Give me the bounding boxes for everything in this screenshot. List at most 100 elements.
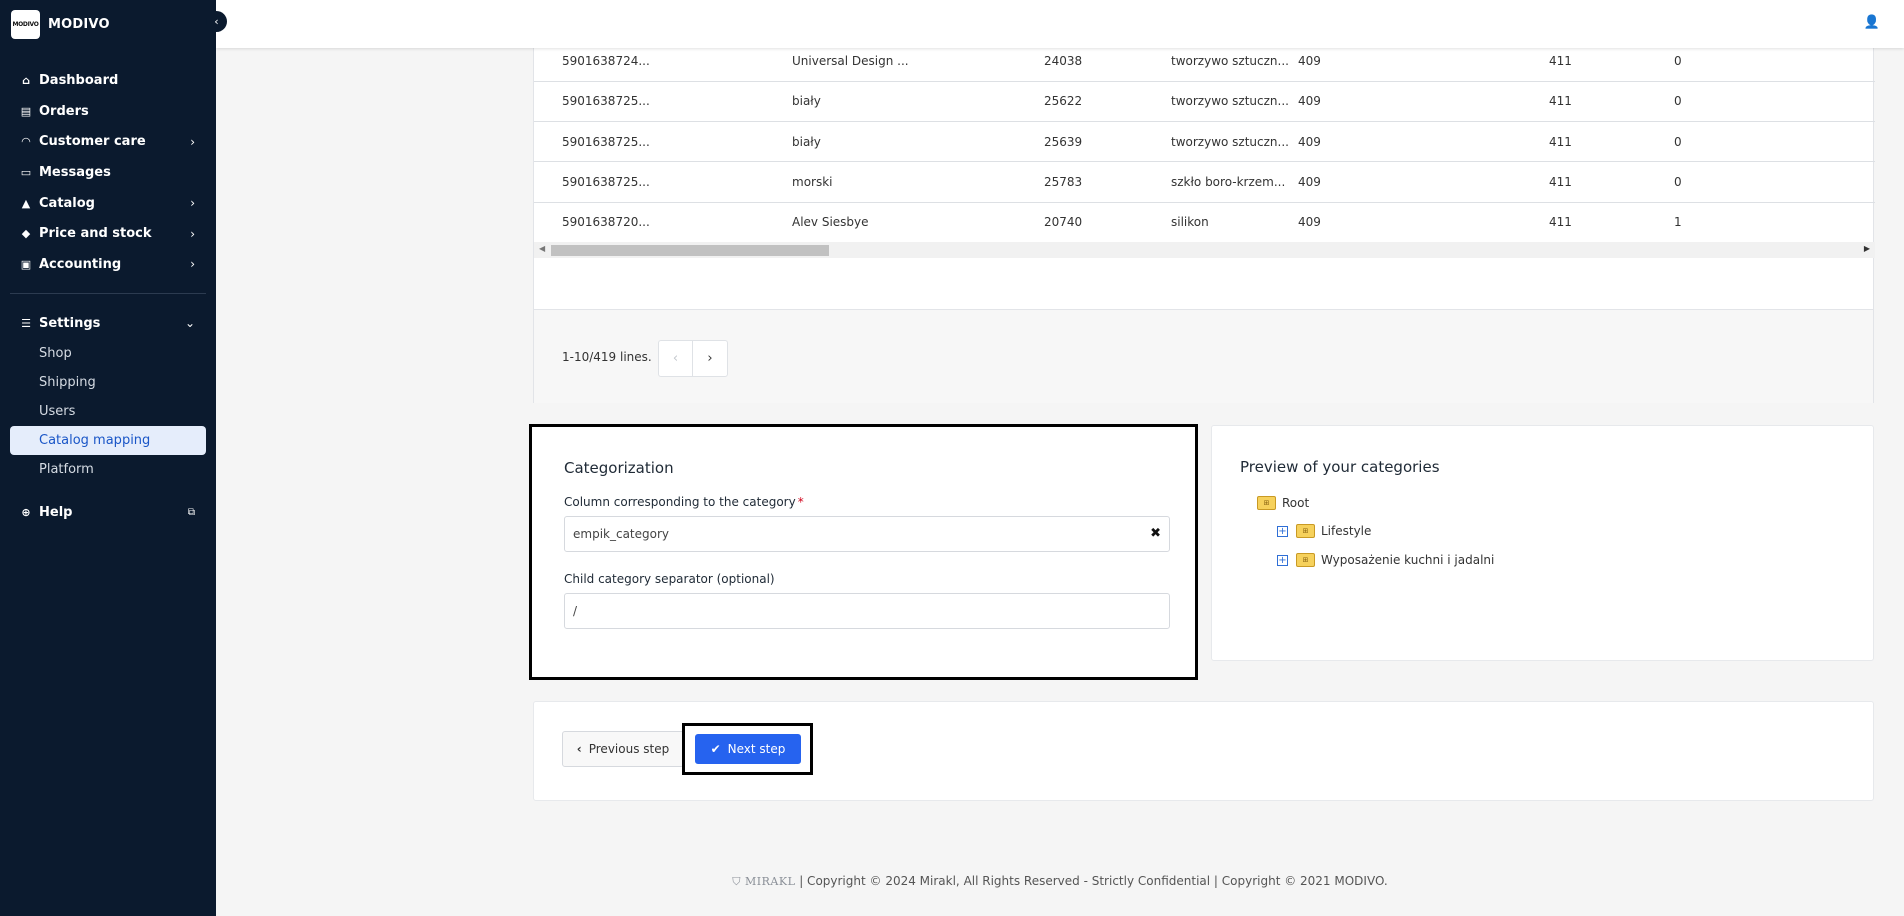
nav-label: Catalog — [39, 195, 95, 211]
table-cell: 409 — [1298, 215, 1321, 229]
nav-accounting[interactable]: ▣ Accounting › — [0, 249, 216, 280]
invoice-icon: ▣ — [20, 257, 32, 271]
nav-dashboard[interactable]: ⌂ Dashboard — [0, 65, 216, 96]
table-cell: 409 — [1298, 94, 1321, 108]
table-cell: 25783 — [1044, 175, 1083, 189]
tree-node-wyposazenie[interactable]: + ⊞ Wyposażenie kuchni i jadalni — [1277, 553, 1494, 567]
sliders-icon: ☰ — [21, 316, 31, 330]
table-cell: morski — [792, 175, 833, 189]
clear-icon[interactable]: ✖ — [1150, 526, 1161, 541]
next-step-label: Next step — [727, 742, 786, 756]
lifebuoy-icon: ⊕ — [21, 506, 31, 520]
nav-label: Help — [39, 505, 73, 521]
step-actions-card: ‹ Previous step ✔ Next step — [533, 701, 1874, 801]
table-cell: silikon — [1171, 215, 1209, 229]
table-cell: 1 — [1674, 215, 1682, 229]
table-row: 5901638725... biały 25639 tworzywo sztuc… — [534, 122, 1875, 163]
chevron-left-icon: ‹ — [576, 742, 582, 756]
sub-item-users[interactable]: Users — [0, 397, 216, 426]
nav-label: Price and stock — [39, 226, 152, 242]
home-icon: ⌂ — [22, 73, 30, 87]
category-column-value: empik_category — [573, 527, 670, 541]
user-icon[interactable]: 👤 — [1864, 15, 1880, 30]
message-icon: ▭ — [20, 165, 32, 179]
nav-label: Dashboard — [39, 72, 119, 88]
footer: ⛉ MIRAKL | Copyright © 2024 Mirakl, All … — [216, 874, 1904, 889]
folder-icon: ⊞ — [1296, 524, 1315, 538]
separator-input[interactable]: / — [564, 593, 1170, 629]
table-cell: 411 — [1549, 94, 1572, 108]
folder-icon: ⊞ — [1257, 496, 1276, 510]
table-cell: 5901638725... — [562, 94, 650, 108]
brand[interactable]: MODIVO MODIVO — [0, 0, 216, 48]
brand-logo: MODIVO — [11, 9, 40, 39]
nav-label: Accounting — [39, 256, 122, 272]
chevron-right-icon: › — [190, 257, 195, 272]
category-column-select[interactable]: empik_category ✖ — [564, 516, 1170, 552]
chevron-right-icon: › — [190, 134, 195, 149]
separator-label: Child category separator (optional) — [564, 572, 775, 586]
tree-node-label: Root — [1282, 496, 1310, 510]
expand-icon[interactable]: + — [1277, 554, 1288, 566]
scroll-left-icon[interactable]: ◀ — [539, 244, 545, 253]
scroll-right-icon[interactable]: ▶ — [1864, 244, 1870, 253]
table-cell: 409 — [1298, 134, 1321, 149]
chevron-right-icon: › — [190, 226, 195, 241]
nav-messages[interactable]: ▭ Messages — [0, 157, 216, 188]
table-cell: 0 — [1674, 94, 1682, 108]
chevron-down-icon: ⌄ — [184, 316, 195, 331]
shapes-icon: ▲ — [21, 196, 31, 210]
scrollbar-thumb[interactable] — [551, 245, 829, 256]
table-cell: 411 — [1549, 215, 1572, 229]
nav-orders[interactable]: ▤ Orders — [0, 96, 216, 127]
nav-label: Customer care — [39, 134, 146, 150]
categorization-title: Categorization — [564, 459, 674, 477]
table-cell: Universal Design ... — [792, 54, 909, 68]
sidebar: MODIVO MODIVO ⌂ Dashboard ▤ Orders ◠ Cus… — [0, 0, 216, 916]
pagination-info: 1-10/419 lines. — [562, 350, 652, 364]
tree-node-root[interactable]: ⊞ Root — [1257, 496, 1309, 510]
nav-price-and-stock[interactable]: ◆ Price and stock › — [0, 218, 216, 249]
table-cell: biały — [792, 134, 821, 149]
table-cell: 411 — [1549, 175, 1572, 189]
nav-catalog[interactable]: ▲ Catalog › — [0, 188, 216, 219]
table-cell: 0 — [1674, 54, 1682, 68]
nav-customer-care[interactable]: ◠ Customer care › — [0, 126, 216, 157]
separator-value: / — [573, 604, 578, 618]
sub-item-shop[interactable]: Shop — [0, 339, 216, 368]
collapse-sidebar-button[interactable]: ‹ — [206, 11, 227, 32]
categorization-card: Categorization Column corresponding to t… — [529, 424, 1198, 680]
nav-help[interactable]: ⊕ Help ⧉ — [0, 498, 216, 529]
table-cell: 411 — [1549, 134, 1572, 149]
table-row: 5901638725... biały 25622 tworzywo sztuc… — [534, 81, 1875, 122]
table-cell: 409 — [1298, 175, 1321, 189]
sub-item-shipping[interactable]: Shipping — [0, 368, 216, 397]
horizontal-scrollbar[interactable]: ◀ ▶ — [534, 242, 1875, 258]
tree-node-label: Wyposażenie kuchni i jadalni — [1321, 553, 1495, 567]
table-cell: 5901638720... — [562, 215, 650, 229]
mirakl-logo: ⛉ MIRAKL — [732, 875, 796, 888]
table-row: 5901638725... morski 25783 szkło boro-kr… — [534, 162, 1875, 203]
previous-step-button[interactable]: ‹ Previous step — [562, 731, 684, 767]
category-column-label-text: Column corresponding to the category — [564, 495, 796, 509]
expand-icon[interactable]: + — [1277, 525, 1288, 537]
category-column-label: Column corresponding to the category * — [564, 495, 804, 509]
external-link-icon: ⧉ — [187, 507, 195, 519]
copyright-text: | Copyright © 2024 Mirakl, All Rights Re… — [799, 874, 1388, 888]
orders-icon: ▤ — [20, 104, 32, 118]
sub-item-platform[interactable]: Platform — [0, 455, 216, 484]
next-page-button[interactable]: › — [693, 341, 727, 376]
mirakl-logo-text: MIRAKL — [745, 875, 796, 888]
tree-node-lifestyle[interactable]: + ⊞ Lifestyle — [1277, 524, 1371, 538]
nav-settings[interactable]: ☰ Settings ⌄ — [0, 308, 216, 339]
table-cell: 24038 — [1044, 54, 1083, 68]
table-cell: tworzywo sztuczn... — [1171, 94, 1289, 108]
folder-icon: ⊞ — [1296, 553, 1315, 567]
tree-node-label: Lifestyle — [1321, 524, 1372, 538]
previous-page-button[interactable]: ‹ — [659, 341, 693, 376]
table-cell: Alev Siesbye — [792, 215, 869, 229]
table-cell: 409 — [1298, 54, 1321, 68]
sub-item-catalog-mapping[interactable]: Catalog mapping — [10, 425, 206, 455]
table-cell: biały — [792, 94, 821, 108]
next-step-button[interactable]: ✔ Next step — [695, 734, 801, 764]
